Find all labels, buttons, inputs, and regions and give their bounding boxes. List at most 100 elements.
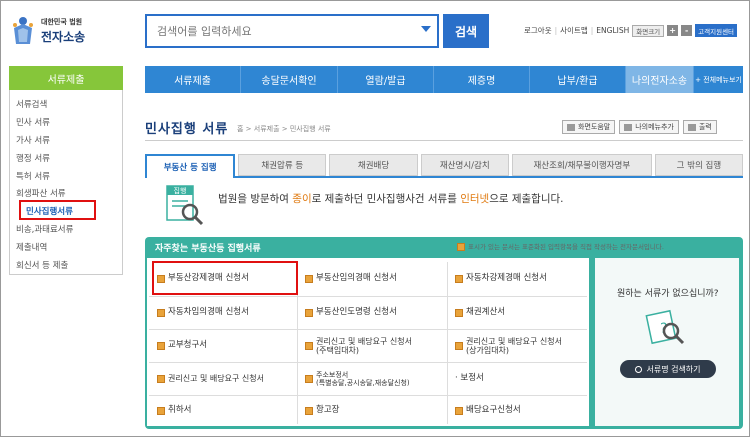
sidebar-item-patent[interactable]: 특허 서류 — [16, 170, 50, 182]
panel-note-text: 표시가 있는 문서는 표준화된 입력항목을 직접 작성하는 전자문서입니다. — [468, 243, 664, 251]
info-text-part: 으로 제출합니다. — [489, 193, 564, 205]
nav-submit-documents[interactable]: 서류제출 — [145, 66, 241, 93]
doc-link[interactable]: 교부청구서 — [157, 331, 297, 361]
font-size-label: 화면크기 — [632, 24, 665, 37]
search-icon — [635, 365, 643, 373]
e-document-mark-icon — [305, 375, 313, 383]
sitemap-link[interactable]: 사이트맵 — [560, 25, 588, 36]
search-dropdown-icon[interactable] — [421, 26, 431, 32]
doc-link[interactable]: 부동산임의경매 신청서 — [305, 264, 445, 294]
doc-label: 부동산인도명령 신청서 — [316, 307, 397, 318]
e-document-mark-icon — [157, 375, 165, 383]
doc-link[interactable]: 권리신고 및 배당요구 신청서 — [157, 364, 297, 394]
no-document-question: 원하는 서류가 없으십니까? — [617, 289, 719, 299]
e-document-mark-icon — [455, 275, 463, 283]
nav-all-menu[interactable]: + 전체메뉴보기 — [694, 66, 743, 93]
page-title: 민사집행 서류 — [145, 122, 229, 137]
document-name-search-button[interactable]: 서류명 검색하기 — [620, 360, 716, 378]
document-search-icon: ? — [645, 309, 685, 345]
divider — [149, 329, 587, 330]
e-document-mark-icon — [305, 275, 313, 283]
divider — [149, 296, 587, 297]
tab-other-execution[interactable]: 그 밖의 집행 — [654, 154, 744, 176]
e-document-mark-icon — [305, 342, 313, 350]
doc-label: 권리신고 및 배당요구 신청서 — [168, 374, 264, 384]
e-document-mark-icon — [157, 342, 165, 350]
e-document-mark-icon — [457, 243, 465, 251]
search-button[interactable]: 검색 — [443, 14, 489, 48]
main-nav: 서류제출 송달문서확인 열람/발급 제증명 납부/환급 나의전자소송 + 전체메… — [145, 66, 743, 93]
add-my-menu-label: 나의메뉴추가 — [635, 123, 674, 131]
screen-help-button[interactable]: 화면도움말 — [562, 120, 616, 134]
tab-asset-disclosure[interactable]: 재산명시/감치 — [420, 154, 509, 176]
e-document-mark-icon — [455, 342, 463, 350]
nav-my-ecourt[interactable]: 나의전자소송 — [626, 66, 694, 93]
doc-link[interactable]: 채권계산서 — [455, 298, 587, 328]
doc-label: 주소보정서 (특별송달,공시송달,재송달신청) — [316, 370, 410, 387]
doc-label: 배당요구신청서 — [466, 405, 521, 416]
execution-icon-label: 집행 — [174, 186, 187, 195]
divider: | — [554, 26, 558, 35]
sidebar-item-bankruptcy[interactable]: 회생파산 서류 — [16, 187, 66, 199]
doc-link[interactable]: 항고장 — [305, 396, 445, 426]
search-box — [145, 14, 439, 48]
nav-certificates[interactable]: 제증명 — [434, 66, 530, 93]
sidebar-item-reply-submit[interactable]: 회신서 등 제출 — [16, 259, 68, 271]
document-name-search-label: 서류명 검색하기 — [646, 364, 701, 374]
font-decrease-button[interactable]: - — [681, 25, 693, 36]
sidebar-item-family[interactable]: 가사 서류 — [16, 134, 50, 146]
court-logo[interactable]: 대한민국 법원 전자소송 — [8, 14, 98, 50]
nav-payment-refund[interactable]: 납부/환급 — [530, 66, 626, 93]
panel-note: 표시가 있는 문서는 표준화된 입력항목을 직접 작성하는 전자문서입니다. — [457, 241, 664, 251]
info-text-part: 로 제출하던 민사집행사건 서류를 — [311, 193, 461, 205]
e-document-mark-icon — [305, 407, 313, 415]
e-document-mark-icon — [455, 309, 463, 317]
info-highlight-paper: 종이 — [292, 193, 312, 205]
doc-link[interactable]: 부동산인도명령 신청서 — [305, 298, 445, 328]
category-tabs: 부동산 등 집행 채권압류 등 채권배당 재산명시/감치 재산조회/채무불이행자… — [145, 154, 744, 178]
tab-claim-distribution[interactable]: 채권배당 — [329, 154, 418, 176]
doc-label: 교부청구서 — [168, 340, 208, 351]
font-increase-button[interactable]: + — [667, 25, 679, 36]
sidebar-item-submission-history[interactable]: 제출내역 — [16, 241, 47, 253]
add-my-menu-button[interactable]: 나의메뉴추가 — [619, 120, 679, 134]
doc-link[interactable]: 자동차강제경매 신청서 — [455, 264, 587, 294]
doc-link[interactable]: · 보정서 — [455, 364, 587, 394]
doc-label: 자동차임의경매 신청서 — [168, 307, 249, 318]
doc-link[interactable]: 자동차임의경매 신청서 — [157, 298, 297, 328]
print-button[interactable]: 출력 — [682, 120, 717, 134]
search-input[interactable] — [147, 16, 417, 46]
doc-link[interactable]: 주소보정서 (특별송달,공시송달,재송달신청) — [305, 364, 445, 394]
doc-label: 취하서 — [168, 405, 192, 416]
doc-label: 자동차강제경매 신청서 — [466, 273, 547, 284]
doc-link[interactable]: 취하서 — [157, 396, 297, 426]
nav-view-issue[interactable]: 열람/발급 — [338, 66, 434, 93]
logo-subtitle: 대한민국 법원 — [41, 18, 83, 26]
divider — [447, 262, 448, 424]
tab-asset-inquiry[interactable]: 재산조회/채무불이행자명부 — [511, 154, 652, 176]
logo-title: 전자소송 — [41, 30, 86, 44]
sidebar-item-administrative[interactable]: 행정 서류 — [16, 152, 50, 164]
doc-link[interactable]: 배당요구신청서 — [455, 396, 587, 426]
divider — [145, 140, 743, 141]
doc-label: · 보정서 — [455, 373, 484, 384]
doc-link[interactable]: 권리신고 및 배당요구 신청서 (주택임대차) — [305, 331, 445, 361]
doc-link[interactable]: 권리신고 및 배당요구 신청서 (상가임대차) — [455, 331, 587, 361]
sidebar-item-document-search[interactable]: 서류검색 — [16, 98, 47, 110]
info-highlight-internet: 인터넷 — [460, 193, 490, 205]
printer-icon — [687, 123, 696, 131]
tab-claim-seizure[interactable]: 채권압류 등 — [238, 154, 327, 176]
divider — [149, 362, 587, 363]
e-document-mark-icon — [305, 309, 313, 317]
sidebar-item-non-contentious[interactable]: 비송,과태료서류 — [16, 223, 73, 235]
sidebar-item-civil[interactable]: 민사 서류 — [16, 116, 50, 128]
logout-link[interactable]: 로그아웃 — [524, 25, 552, 36]
tab-real-estate-execution[interactable]: 부동산 등 집행 — [145, 154, 236, 178]
nav-delivery-check[interactable]: 송달문서확인 — [241, 66, 338, 93]
execution-document-icon: 집행 — [166, 185, 204, 226]
english-link[interactable]: ENGLISH — [596, 26, 629, 35]
helpdesk-link[interactable]: 고객지원센터 — [695, 24, 738, 37]
doc-label: 항고장 — [316, 405, 340, 416]
highlight-box — [19, 200, 96, 220]
e-document-mark-icon — [157, 407, 165, 415]
